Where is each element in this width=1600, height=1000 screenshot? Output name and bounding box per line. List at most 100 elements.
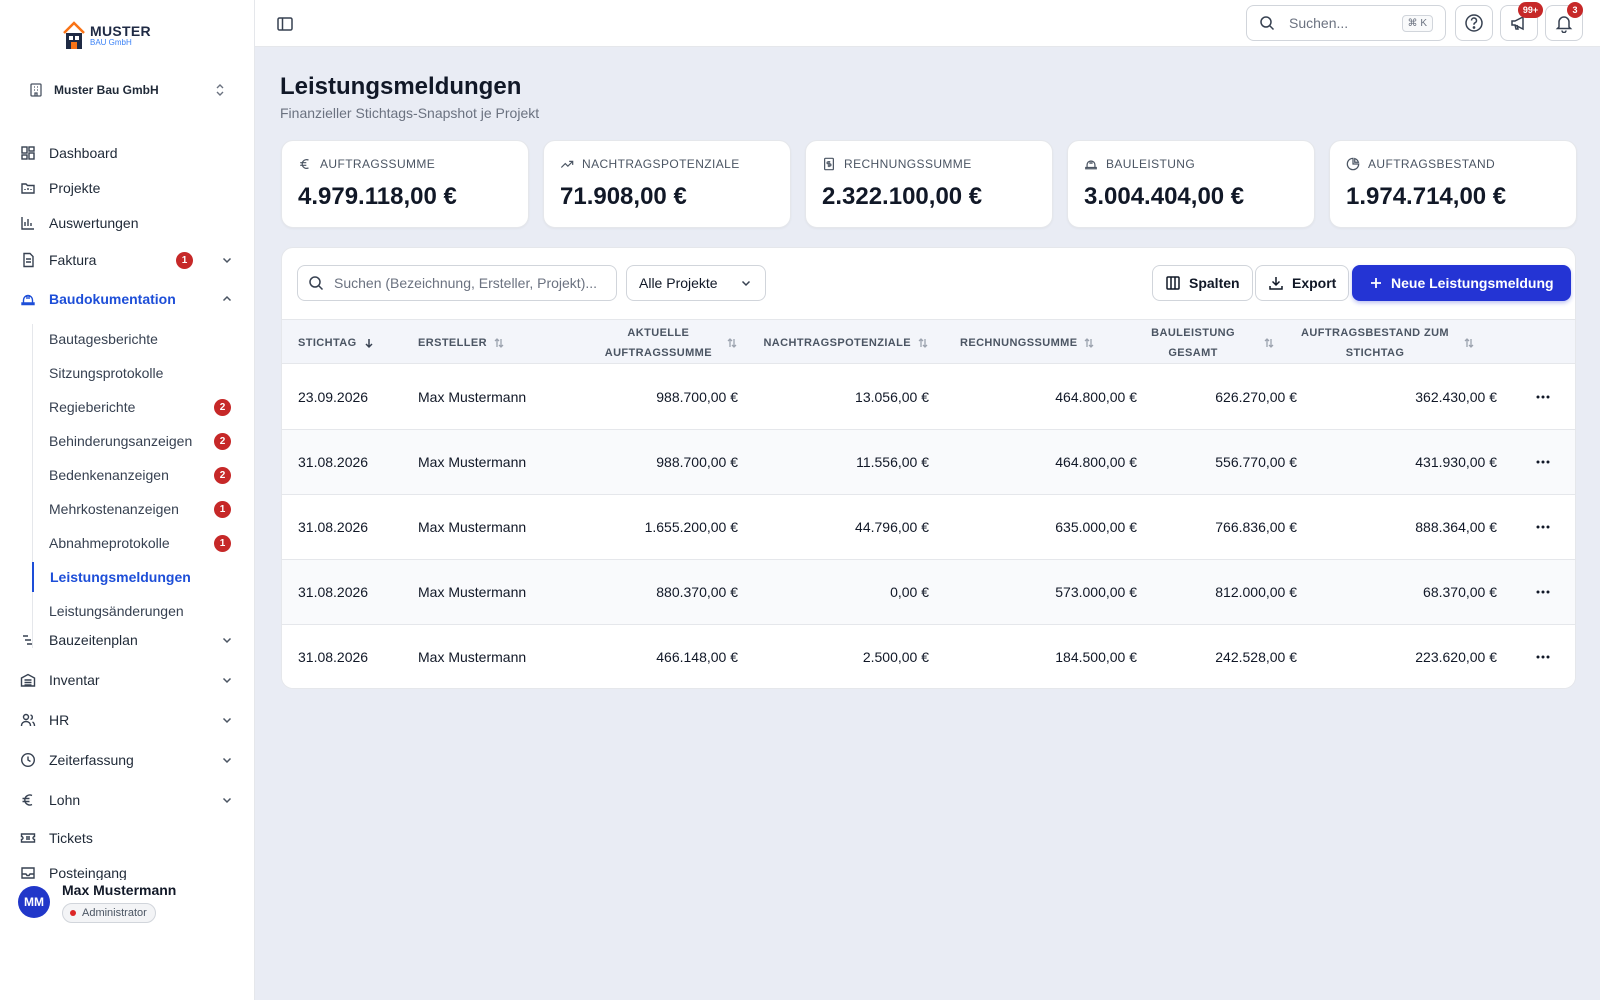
cell-ersteller: Max Mustermann bbox=[418, 519, 527, 535]
col-auftragsbestand[interactable]: AUFTRAGSBESTAND ZUM STICHTAG bbox=[1292, 320, 1475, 365]
col-auftragssumme[interactable]: AKTUELLE AUFTRAGSSUMME bbox=[582, 320, 738, 365]
inventory-icon bbox=[20, 673, 36, 687]
kpi-value: 4.979.118,00 € bbox=[298, 183, 457, 210]
table-row[interactable]: 31.08.2026 Max Mustermann 988.700,00 € 1… bbox=[282, 430, 1575, 495]
sidebar-toggle-icon[interactable] bbox=[276, 15, 294, 33]
nav-zeiterfassung[interactable]: Zeiterfassung bbox=[10, 744, 244, 776]
hard-hat-icon bbox=[21, 294, 35, 306]
nav-label: Faktura bbox=[49, 252, 97, 268]
subnav-badge: 2 bbox=[214, 466, 231, 484]
notifications-button[interactable]: 3 bbox=[1545, 2, 1583, 41]
logo-sub: BAU GmbH bbox=[90, 37, 132, 47]
table-search-input[interactable] bbox=[334, 275, 606, 291]
table-row[interactable]: 31.08.2026 Max Mustermann 466.148,00 € 2… bbox=[282, 625, 1575, 688]
nav-baudokumentation[interactable]: Baudokumentation bbox=[10, 283, 244, 315]
export-button[interactable]: Export bbox=[1255, 265, 1350, 301]
cell-rechnung: 184.500,00 € bbox=[1055, 649, 1137, 665]
help-icon bbox=[1465, 14, 1483, 32]
inbox-icon bbox=[21, 867, 35, 879]
col-label: ERSTELLER bbox=[418, 336, 487, 349]
table-search[interactable] bbox=[297, 265, 617, 301]
cell-auftragssumme: 1.655.200,00 € bbox=[644, 519, 738, 535]
row-actions-button[interactable] bbox=[1530, 451, 1556, 473]
hard-hat-icon bbox=[1085, 160, 1097, 170]
more-horizontal-icon bbox=[1536, 655, 1550, 659]
kpi-label: AUFTRAGSSUMME bbox=[320, 157, 436, 171]
subnav-label: Regieberichte bbox=[49, 399, 136, 415]
col-bauleistung[interactable]: BAULEISTUNG GESAMT bbox=[1142, 320, 1275, 365]
col-label-line: AUFTRAGSSUMME bbox=[604, 346, 712, 359]
columns-button[interactable]: Spalten bbox=[1152, 265, 1253, 301]
subnav-label: Sitzungsprotokolle bbox=[49, 365, 164, 381]
help-button[interactable] bbox=[1455, 5, 1493, 41]
user-profile[interactable]: MM Max Mustermann Administrator bbox=[0, 882, 254, 942]
subnav-mehrkostenanzeigen[interactable]: Mehrkostenanzeigen 1 bbox=[33, 494, 245, 524]
subnav-behinderungsanzeigen[interactable]: Behinderungsanzeigen 2 bbox=[33, 426, 245, 456]
role-badge: Administrator bbox=[62, 903, 156, 923]
cell-ersteller: Max Mustermann bbox=[418, 454, 527, 470]
bar-chart-icon bbox=[21, 217, 34, 230]
subnav-bedenkenanzeigen[interactable]: Bedenkenanzeigen 2 bbox=[33, 460, 245, 490]
sort-icon bbox=[918, 337, 928, 348]
nav-lohn[interactable]: Lohn bbox=[10, 784, 244, 816]
nav-hr[interactable]: HR bbox=[10, 704, 244, 736]
col-rechnungssumme[interactable]: RECHNUNGSSUMME bbox=[960, 320, 1095, 365]
row-actions-button[interactable] bbox=[1530, 386, 1556, 408]
project-filter-value: Alle Projekte bbox=[639, 275, 718, 291]
chevron-down-icon bbox=[741, 280, 751, 287]
euro-icon bbox=[22, 794, 33, 806]
download-icon bbox=[1269, 277, 1283, 290]
euro-icon bbox=[300, 159, 309, 169]
row-actions-button[interactable] bbox=[1530, 516, 1556, 538]
new-report-button[interactable]: Neue Leistungsmeldung bbox=[1352, 265, 1571, 301]
subnav-badge: 1 bbox=[214, 534, 231, 552]
col-label-line: AUFTRAGSBESTAND ZUM bbox=[1301, 326, 1449, 339]
nav-posteingang[interactable]: Posteingang bbox=[10, 857, 244, 880]
company-name: Muster Bau GmbH bbox=[54, 83, 159, 97]
nav-tickets[interactable]: Tickets bbox=[10, 822, 244, 854]
cell-rechnung: 573.000,00 € bbox=[1055, 584, 1137, 600]
subnav-leistungsaenderungen[interactable]: Leistungsänderungen bbox=[33, 596, 245, 626]
subnav-sitzungsprotokolle[interactable]: Sitzungsprotokolle bbox=[33, 358, 245, 388]
nav-projekte[interactable]: Projekte bbox=[10, 172, 244, 204]
subnav-abnahmeprotokolle[interactable]: Abnahmeprotokolle 1 bbox=[33, 528, 245, 558]
row-actions-button[interactable] bbox=[1530, 646, 1556, 668]
export-label: Export bbox=[1292, 275, 1337, 291]
nav-faktura[interactable]: Faktura 1 bbox=[10, 244, 244, 276]
cell-stichtag: 31.08.2026 bbox=[298, 519, 369, 535]
project-filter[interactable]: Alle Projekte bbox=[626, 265, 766, 301]
table-row[interactable]: 23.09.2026 Max Mustermann 988.700,00 € 1… bbox=[282, 365, 1575, 430]
company-switcher[interactable]: Muster Bau GmbH bbox=[16, 74, 238, 106]
col-stichtag[interactable]: STICHTAG bbox=[298, 320, 375, 365]
global-search[interactable]: Suchen... ⌘ K bbox=[1246, 5, 1446, 41]
nav-label: Lohn bbox=[49, 792, 81, 808]
nav-inventar[interactable]: Inventar bbox=[10, 664, 244, 696]
col-ersteller[interactable]: ERSTELLER bbox=[418, 320, 505, 365]
chevron-up-icon bbox=[222, 295, 232, 302]
receipt-icon bbox=[824, 157, 834, 171]
logo[interactable]: MUSTER BAU GmbH bbox=[62, 20, 151, 50]
subnav-bautagesberichte[interactable]: Bautagesberichte bbox=[33, 324, 245, 354]
nav-auswertungen[interactable]: Auswertungen bbox=[10, 207, 244, 239]
table-row[interactable]: 31.08.2026 Max Mustermann 1.655.200,00 €… bbox=[282, 495, 1575, 560]
subnav-label: Bedenkenanzeigen bbox=[49, 467, 169, 483]
table-header: STICHTAG ERSTELLER AKTUELLE AUFTRAGSSUMME… bbox=[282, 319, 1575, 365]
search-icon bbox=[1260, 16, 1275, 31]
clock-icon bbox=[20, 752, 36, 768]
subnav-label: Bautagesberichte bbox=[49, 331, 158, 347]
cell-bestand: 68.370,00 € bbox=[1423, 584, 1497, 600]
announcements-button[interactable]: 99+ bbox=[1500, 2, 1543, 41]
table-row[interactable]: 31.08.2026 Max Mustermann 880.370,00 € 0… bbox=[282, 560, 1575, 625]
chevron-down-icon bbox=[222, 757, 232, 764]
nav-dashboard[interactable]: Dashboard bbox=[10, 137, 244, 169]
subnav-leistungsmeldungen[interactable]: Leistungsmeldungen bbox=[32, 562, 244, 592]
row-actions-button[interactable] bbox=[1530, 581, 1556, 603]
more-horizontal-icon bbox=[1536, 590, 1550, 594]
nav-label: HR bbox=[49, 712, 70, 728]
subnav-badge: 2 bbox=[214, 398, 231, 416]
col-nachtragspotenziale[interactable]: NACHTRAGSPOTENZIALE bbox=[762, 320, 929, 365]
subnav-regieberichte[interactable]: Regieberichte 2 bbox=[33, 392, 245, 422]
cell-stichtag: 31.08.2026 bbox=[298, 649, 369, 665]
sort-icon bbox=[1464, 337, 1474, 348]
col-label-line: BAULEISTUNG bbox=[1151, 326, 1235, 339]
